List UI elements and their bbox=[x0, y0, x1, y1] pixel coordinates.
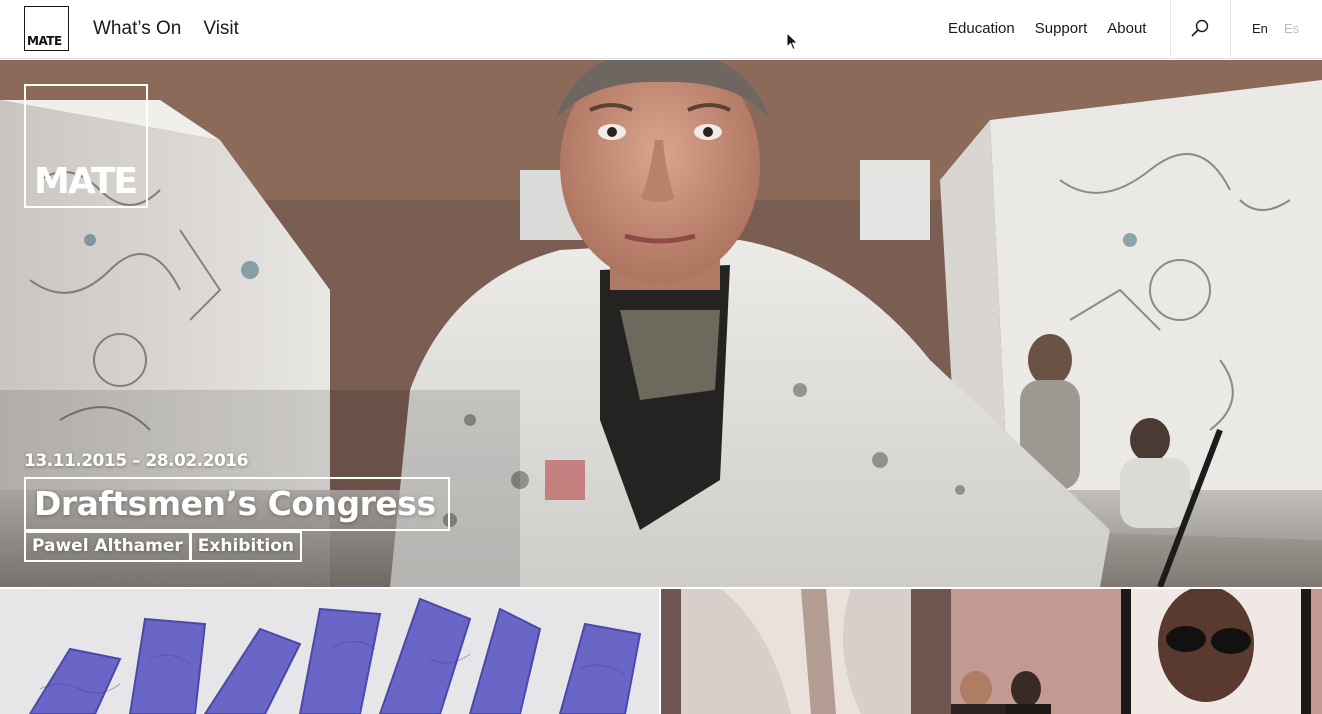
site-logo-text: MATE bbox=[27, 34, 62, 48]
exhibition-date-range: 13.11.2015 – 28.02.2016 bbox=[24, 451, 248, 471]
feature-tile-left[interactable] bbox=[0, 589, 659, 714]
tag-type[interactable]: Exhibition bbox=[189, 531, 303, 562]
tile-photo-gallery-event bbox=[661, 589, 1322, 714]
site-logo[interactable]: MATE bbox=[24, 6, 69, 51]
exhibition-tags: Pawel Althamer Exhibition bbox=[24, 531, 303, 562]
nav-divider bbox=[1230, 0, 1231, 59]
top-navigation: MATE What’s On Visit Education Support A… bbox=[0, 0, 1322, 59]
nav-about[interactable]: About bbox=[1107, 20, 1146, 37]
feature-tile-right[interactable] bbox=[661, 589, 1322, 714]
search-button[interactable] bbox=[1188, 17, 1212, 41]
mouse-cursor-icon bbox=[786, 32, 799, 51]
tag-artist[interactable]: Pawel Althamer bbox=[24, 531, 191, 562]
nav-education[interactable]: Education bbox=[948, 20, 1015, 37]
hero-logo-text: MATE bbox=[34, 161, 138, 202]
hero-feature[interactable]: MATE 13.11.2015 – 28.02.2016 Draftsmen’s… bbox=[0, 60, 1322, 587]
primary-nav: What’s On Visit bbox=[93, 18, 239, 40]
search-icon bbox=[1191, 19, 1209, 37]
tile-photo-blue-sculpture bbox=[0, 589, 659, 714]
language-english[interactable]: En bbox=[1252, 21, 1268, 36]
nav-support[interactable]: Support bbox=[1035, 20, 1088, 37]
language-spanish[interactable]: Es bbox=[1284, 21, 1299, 36]
nav-divider bbox=[1170, 0, 1171, 59]
secondary-nav: Education Support About bbox=[948, 20, 1146, 37]
exhibition-title[interactable]: Draftsmen’s Congress bbox=[24, 477, 450, 531]
hero-logo: MATE bbox=[24, 84, 148, 208]
nav-visit[interactable]: Visit bbox=[203, 18, 239, 40]
nav-whats-on[interactable]: What’s On bbox=[93, 18, 181, 40]
